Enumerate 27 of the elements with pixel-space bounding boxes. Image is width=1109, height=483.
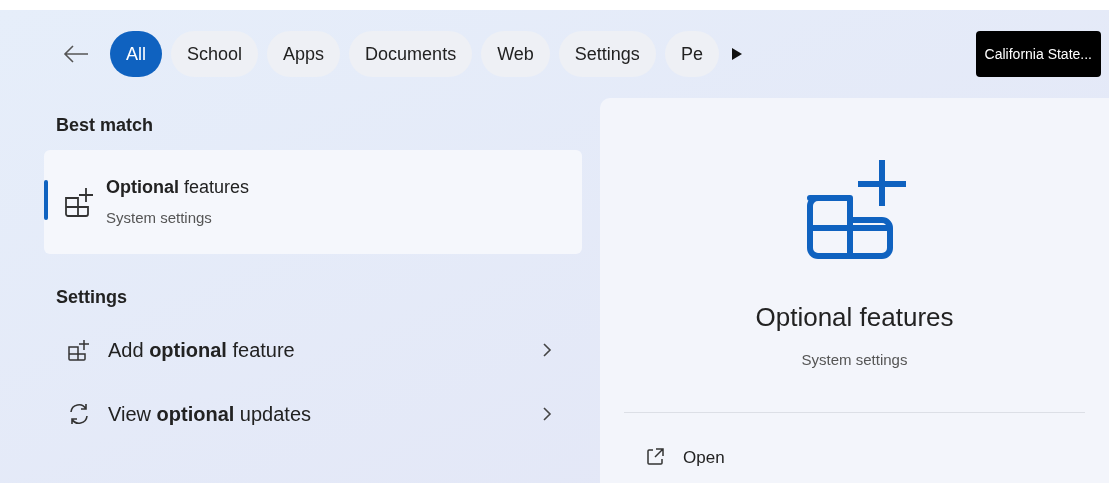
filter-tab[interactable]: Apps — [267, 31, 341, 77]
filter-tab[interactable]: School — [171, 31, 259, 77]
external-link-icon — [645, 447, 665, 468]
grid-plus-icon — [68, 339, 90, 361]
selection-indicator — [44, 180, 48, 220]
chevron-right-icon[interactable] — [542, 342, 552, 358]
account-button[interactable]: California State... — [975, 31, 1101, 77]
result-subtitle: System settings — [106, 208, 213, 229]
scroll-right-icon[interactable] — [730, 47, 743, 61]
settings-result[interactable]: View optional updates — [108, 399, 312, 429]
filter-tab[interactable]: Web — [481, 31, 550, 77]
section-heading: Best match — [55, 114, 155, 136]
preview-subtitle: System settings — [801, 350, 908, 370]
preview-title: Optional features — [755, 301, 954, 334]
best-match-item[interactable]: Optional features System settings — [44, 150, 582, 254]
refresh-icon — [67, 402, 91, 426]
result-title: Optional features — [106, 176, 250, 200]
filter-tab[interactable]: Documents — [349, 31, 473, 77]
filter-tab[interactable]: Pe — [664, 31, 719, 77]
settings-result[interactable]: Add optional feature — [108, 335, 295, 365]
filter-tab[interactable]: Settings — [558, 31, 656, 77]
open-action[interactable]: Open — [683, 444, 725, 470]
section-heading: Settings — [55, 286, 128, 308]
back-icon[interactable] — [62, 44, 90, 64]
filter-tab[interactable]: All — [110, 31, 162, 77]
chevron-right-icon[interactable] — [542, 406, 552, 422]
grid-plus-icon — [64, 186, 94, 218]
